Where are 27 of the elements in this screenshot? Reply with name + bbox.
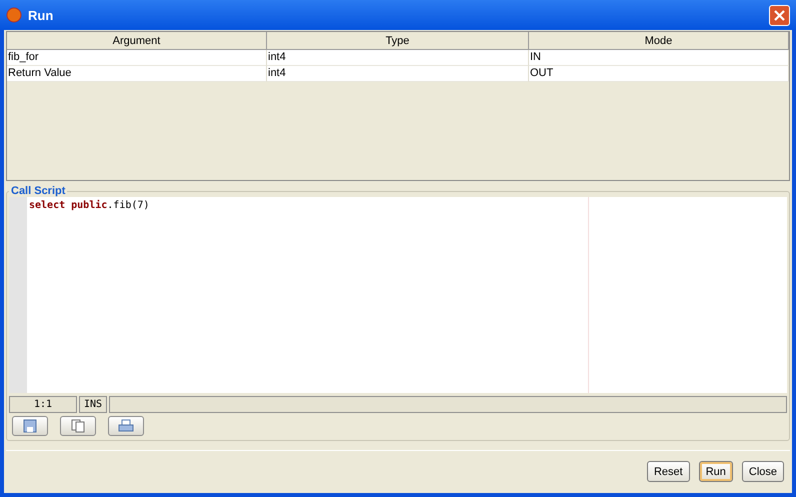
close-button[interactable] (769, 4, 790, 26)
save-button[interactable] (12, 416, 48, 436)
close-icon (774, 10, 785, 20)
save-icon (23, 419, 37, 433)
column-header[interactable]: Type (267, 32, 529, 50)
column-header[interactable]: Argument (7, 32, 267, 50)
column-header[interactable]: Mode (529, 32, 789, 50)
table-cell: fib_for (7, 50, 267, 66)
group-title: Call Script (10, 185, 66, 197)
app-icon (6, 7, 22, 23)
table-cell: int4 (267, 50, 529, 66)
window-title: Run (28, 8, 54, 22)
dialog-button[interactable]: Reset (646, 461, 690, 482)
print-button[interactable] (108, 416, 144, 436)
insert-mode: INS (79, 396, 107, 413)
table-cell: IN (529, 50, 789, 66)
copy-button[interactable] (60, 416, 96, 436)
table-cell: Return Value (7, 66, 267, 82)
code-editor[interactable]: select public.fib(7) (9, 197, 787, 393)
code-line: select public.fib(7) (27, 197, 589, 393)
dialog-button[interactable]: Run (698, 461, 733, 482)
table-cell: OUT (529, 66, 789, 82)
table-cell: int4 (267, 66, 529, 82)
cursor-position: 1:1 (9, 396, 77, 413)
print-icon (118, 419, 134, 433)
copy-icon (71, 419, 85, 433)
dialog-button[interactable]: Close (742, 461, 784, 482)
